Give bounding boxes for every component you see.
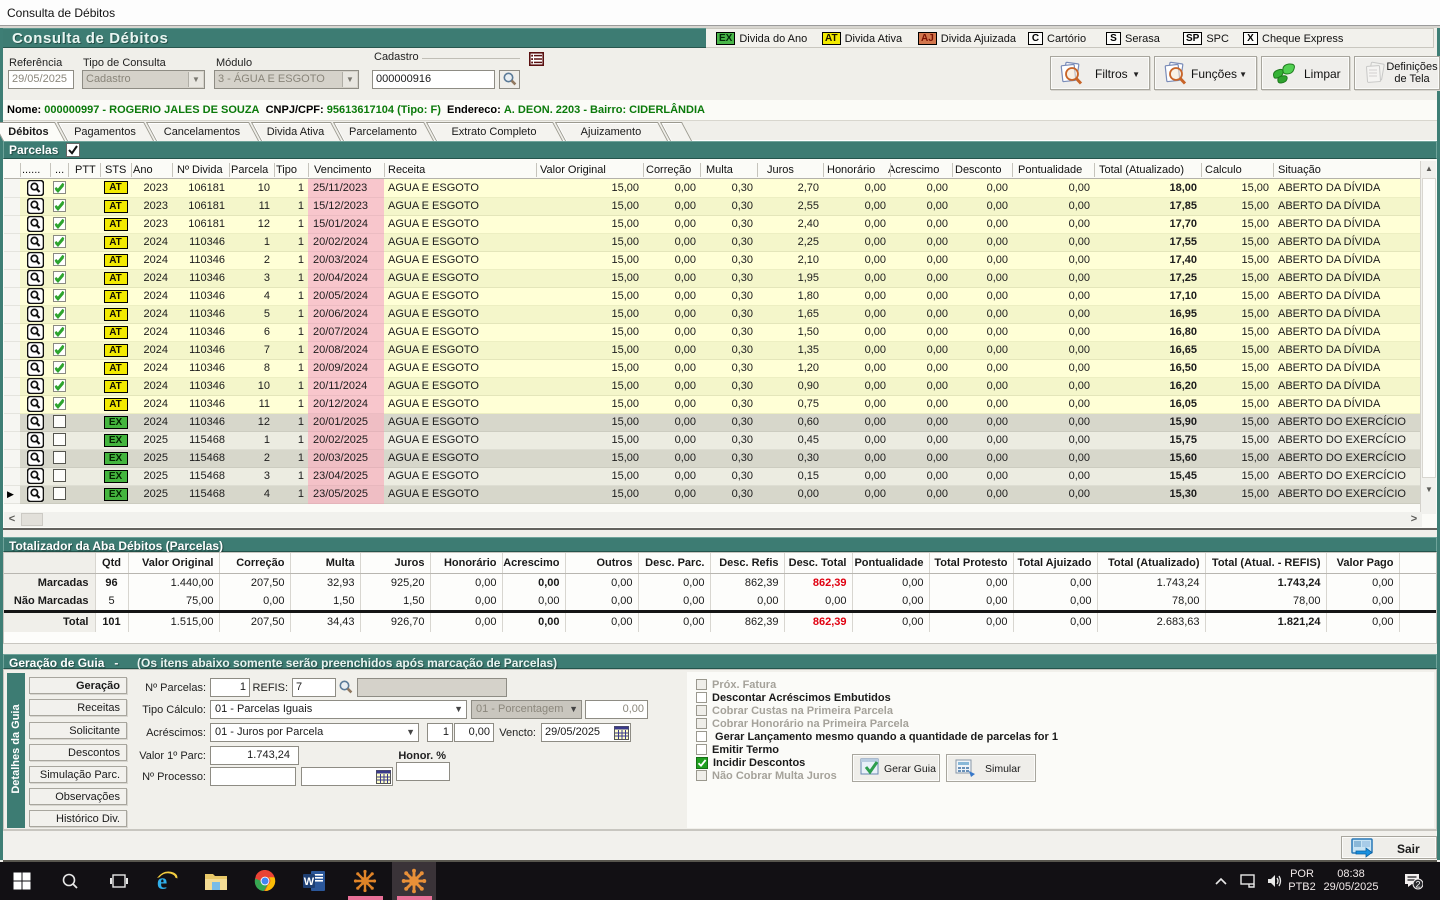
- svg-text:W: W: [304, 876, 315, 888]
- svg-text:2: 2: [1415, 880, 1420, 890]
